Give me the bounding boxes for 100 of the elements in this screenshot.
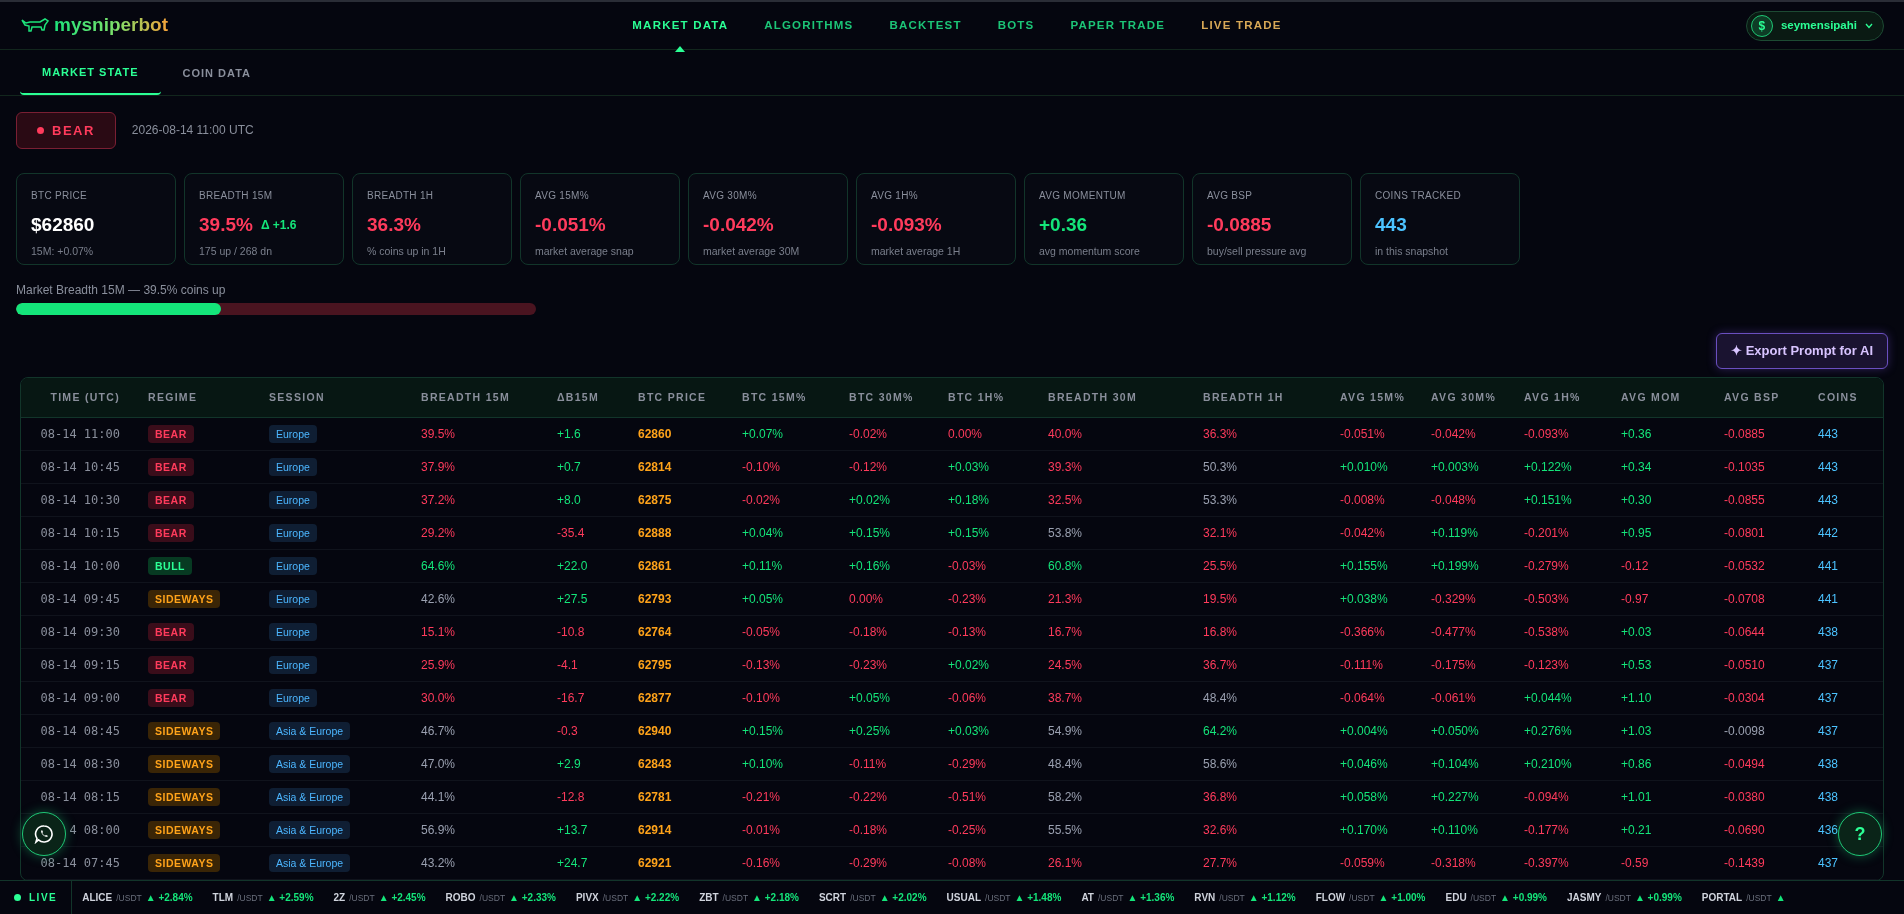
table-cell: 08-14 09:15 — [21, 648, 136, 682]
table-cell: +0.227% — [1419, 780, 1512, 814]
table-cell: -0.05% — [730, 615, 837, 649]
ticker-change: ▲ +2.33% — [509, 891, 556, 905]
session-tag: Europe — [269, 623, 317, 642]
ticker-symbol: SCRT — [818, 891, 847, 905]
ticker-change: ▲ +2.45% — [378, 891, 426, 905]
nav-link[interactable]: BOTS — [979, 10, 1053, 41]
table-cell: 08-14 09:45 — [21, 582, 136, 616]
ticker-quote: /USDT — [116, 892, 142, 905]
help-button[interactable]: ? — [1838, 812, 1882, 856]
regime-tag: BEAR — [148, 689, 194, 708]
table-cell: -0.51% — [936, 780, 1036, 814]
table-cell: +0.155% — [1328, 549, 1419, 583]
table-cell: 53.8% — [1036, 516, 1191, 550]
regime-tag: SIDEWAYS — [148, 788, 221, 807]
table-cell: +0.04% — [730, 516, 837, 550]
table-cell: 437 — [1806, 648, 1883, 682]
table-cell: 48.4% — [1036, 747, 1191, 781]
table-cell: +0.7 — [545, 450, 626, 484]
table-cell: -0.093% — [1512, 417, 1609, 451]
stat-subtitle: buy/sell pressure avg — [1207, 243, 1308, 259]
stat-value: +0.36 — [1039, 213, 1088, 237]
table-cell: +0.86 — [1609, 747, 1712, 781]
stat-value: 39.5% — [199, 213, 253, 237]
table-cell: 38.7% — [1036, 681, 1191, 715]
table-cell: +0.05% — [837, 681, 936, 715]
user-menu[interactable]: $ seymensipahi — [1745, 10, 1884, 41]
table-cell: +0.11% — [730, 549, 837, 583]
regime-tag: BULL — [148, 557, 192, 576]
table-cell: -0.0801 — [1712, 516, 1806, 550]
column-header: SESSION — [257, 377, 409, 418]
table-cell: -0.123% — [1512, 648, 1609, 682]
table-cell: 62940 — [626, 714, 730, 748]
status-dot — [37, 126, 44, 134]
tab[interactable]: COIN DATA — [160, 50, 273, 95]
column-header: BREADTH 30M — [1036, 377, 1191, 418]
table-cell: -0.11% — [837, 747, 936, 781]
column-header: ΔB15M — [545, 377, 626, 418]
table-cell: +1.6 — [545, 417, 626, 451]
timestamp: 2026-08-14 11:00 UTC — [131, 122, 254, 140]
tab[interactable]: MARKET STATE — [20, 50, 161, 95]
table-cell: -0.21% — [730, 780, 837, 814]
table-cell: -0.061% — [1419, 681, 1512, 715]
ticker-symbol: 2Z — [333, 891, 346, 905]
nav-link[interactable]: PAPER TRADE — [1052, 10, 1184, 41]
table-cell: 56.9% — [409, 813, 545, 847]
table-cell: +0.10% — [730, 747, 837, 781]
table-cell: -0.042% — [1419, 417, 1512, 451]
column-header: AVG 1H% — [1512, 377, 1609, 418]
table-cell: +0.110% — [1419, 813, 1512, 847]
table-cell: 46.7% — [409, 714, 545, 748]
table-cell: +2.9 — [545, 747, 626, 781]
regime-tag: SIDEWAYS — [148, 755, 221, 774]
regime-tag: SIDEWAYS — [148, 590, 221, 609]
table-cell: -0.01% — [730, 813, 837, 847]
regime-badge: BEAR — [16, 111, 116, 149]
ticker-change: ▲ +1.00% — [1378, 891, 1426, 905]
table-cell: 27.7% — [1191, 846, 1328, 880]
export-button[interactable]: ✦ Export Prompt for AI — [1716, 333, 1888, 369]
table-cell: -0.22% — [837, 780, 936, 814]
table-cell: -0.08% — [936, 846, 1036, 880]
table-cell: +0.03% — [936, 714, 1036, 748]
table-cell: 50.3% — [1191, 450, 1328, 484]
table-cell: 62781 — [626, 780, 730, 814]
table-cell: 08-14 09:00 — [21, 681, 136, 715]
table-cell: -0.25% — [936, 813, 1036, 847]
nav-link[interactable]: MARKET DATA — [614, 10, 747, 41]
session-tag: Europe — [269, 524, 317, 543]
user-name: seymensipahi — [1780, 17, 1857, 33]
table-cell: 62860 — [626, 417, 730, 451]
table-cell: +0.15% — [730, 714, 837, 748]
table-cell: -0.111% — [1328, 648, 1419, 682]
ticker-symbol: ROBO — [445, 891, 476, 905]
nav-link[interactable]: ALGORITHMS — [746, 10, 872, 41]
table-cell: -0.1035 — [1712, 450, 1806, 484]
table-cell: -0.06% — [936, 681, 1036, 715]
stat-label: BREADTH 1H — [367, 189, 435, 203]
live-label: LIVE — [29, 891, 58, 905]
table-cell: 37.9% — [409, 450, 545, 484]
table-cell: 437 — [1806, 681, 1883, 715]
table-cell: 16.7% — [1036, 615, 1191, 649]
nav-link[interactable]: LIVE TRADE — [1183, 10, 1300, 41]
ticker-change: ▲ +1.48% — [1014, 891, 1062, 905]
table-cell: 30.0% — [409, 681, 545, 715]
regime-tag: BEAR — [148, 458, 194, 477]
ticker-quote: /USDT — [1746, 892, 1772, 905]
stat-label: AVG 30M% — [703, 189, 758, 203]
whatsapp-button[interactable] — [22, 812, 66, 856]
table-cell: 08-14 10:30 — [21, 483, 136, 517]
table-cell: -0.177% — [1512, 813, 1609, 847]
ticker-change: ▲ +0.99% — [1634, 891, 1682, 905]
table-cell: 60.8% — [1036, 549, 1191, 583]
nav-link[interactable]: BACKTEST — [871, 10, 980, 41]
stat-value: 443 — [1375, 213, 1407, 237]
table-cell: -0.318% — [1419, 846, 1512, 880]
live-dot — [14, 894, 21, 901]
ticker-change: ▲ +1.36% — [1127, 891, 1175, 905]
table-cell: -0.397% — [1512, 846, 1609, 880]
table-cell: -0.0885 — [1712, 417, 1806, 451]
